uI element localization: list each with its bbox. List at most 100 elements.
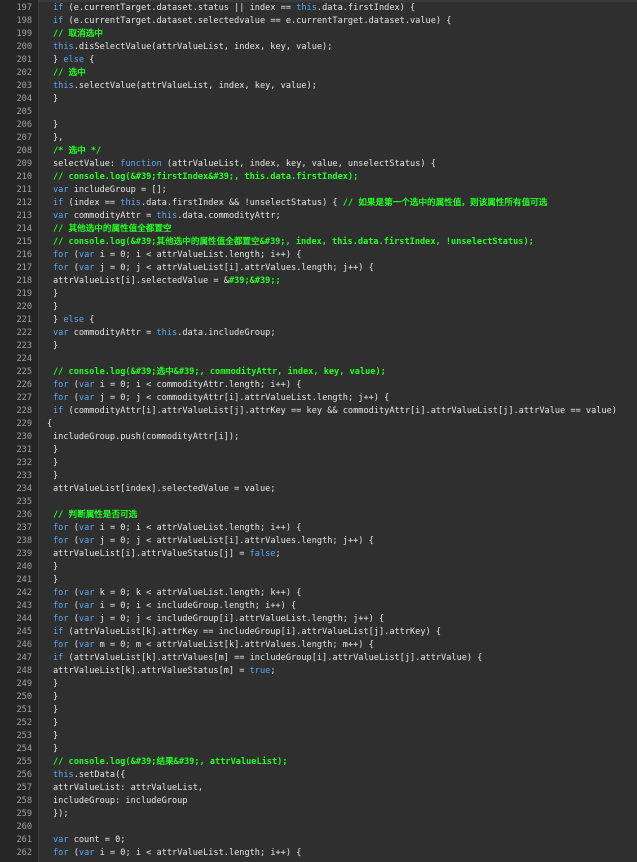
code-token: (attrValueList, index, key, value, unsel… (161, 159, 436, 169)
keyword-token: this (53, 42, 74, 52)
code-line[interactable]: 260 (0, 821, 637, 834)
code-line[interactable]: 217 for (var j = 0; j < attrValueList[i].… (0, 262, 637, 275)
code-line[interactable]: 240} (0, 561, 637, 574)
code-line[interactable]: 239 attrValueList[i].attrValueStatus[j] =… (0, 548, 637, 561)
code-line[interactable]: 250} (0, 691, 637, 704)
keyword-token: for (53, 536, 69, 546)
code-line[interactable]: 212 if (index == this.data.firstIndex && … (0, 197, 637, 210)
code-line[interactable]: 244 for (var j = 0; j < includeGroup[i].a… (0, 613, 637, 626)
code-line[interactable]: 241} (0, 574, 637, 587)
code-line[interactable]: 256 this.setData({ (0, 769, 637, 782)
keyword-token: this (53, 770, 74, 780)
code-line[interactable]: 232} (0, 457, 637, 470)
line-code: for (var k = 0; k < attrValueList.length… (53, 587, 301, 600)
code-token: ( (68, 614, 79, 624)
code-line[interactable]: 227 for (var j = 0; j < commodityAttr[i].… (0, 392, 637, 405)
code-line[interactable]: 220} (0, 301, 637, 314)
code-line[interactable]: 203 this.selectValue(attrValueList, index… (0, 80, 637, 93)
code-token: m = 0; m < attrValueList[k].attrValues.l… (94, 640, 374, 650)
code-token: count = 0; (68, 835, 126, 845)
code-line[interactable]: 242 for (var k = 0; k < attrValueList.len… (0, 587, 637, 600)
code-line[interactable]: 261 var count = 0; (0, 834, 637, 847)
code-line[interactable]: 208 /* 选中 */ (0, 145, 637, 158)
keyword-token: for (53, 263, 69, 273)
code-line[interactable]: 223} (0, 340, 637, 353)
code-line[interactable]: 219} (0, 288, 637, 301)
code-line[interactable]: 213 var commodityAttr = this.data.commodi… (0, 210, 637, 223)
code-line[interactable]: 211 var includeGroup = []; (0, 184, 637, 197)
code-line[interactable]: 230 includeGroup.push(commodityAttr[i]); (0, 431, 637, 444)
code-line[interactable]: 205 (0, 106, 637, 119)
keyword-token: for (53, 614, 69, 624)
code-line[interactable]: 226 for (var i = 0; i < commodityAttr.len… (0, 379, 637, 392)
code-line[interactable]: 245 if (attrValueList[k].attrKey == inclu… (0, 626, 637, 639)
code-line[interactable]: 236 // 判断属性是否可选 (0, 509, 637, 522)
line-code: } (53, 288, 58, 301)
code-line[interactable]: 246 for (var m = 0; m < attrValueList[k].… (0, 639, 637, 652)
code-line[interactable]: 222 var commodityAttr = this.data.include… (0, 327, 637, 340)
code-line[interactable]: 248 attrValueList[k].attrValueStatus[m] =… (0, 665, 637, 678)
code-line[interactable]: 198 if (e.currentTarget.dataset.selectedv… (0, 15, 637, 28)
line-number: 253 (16, 731, 32, 741)
code-line[interactable]: 238 for (var j = 0; j < attrValueList[i].… (0, 535, 637, 548)
line-code: // 取消选中 (53, 28, 103, 41)
line-number: 225 (16, 367, 32, 377)
code-line[interactable]: 204} (0, 93, 637, 106)
line-number: 241 (16, 575, 32, 585)
code-line[interactable]: 262 for (var i = 0; i < attrValueList.len… (0, 847, 637, 860)
code-line[interactable]: 243 for (var i = 0; i < includeGroup.leng… (0, 600, 637, 613)
code-line[interactable]: 233} (0, 470, 637, 483)
code-line[interactable]: 237 for (var i = 0; i < attrValueList.len… (0, 522, 637, 535)
code-line[interactable]: 210 // console.log(&#39;firstIndex&#39;, … (0, 171, 637, 184)
keyword-token: if (53, 198, 64, 208)
line-code: if (e.currentTarget.dataset.status || in… (53, 2, 415, 15)
code-line[interactable]: 259}); (0, 808, 637, 821)
code-line[interactable]: 235 (0, 496, 637, 509)
code-line[interactable]: 253} (0, 730, 637, 743)
code-line[interactable]: 229 { (0, 418, 637, 431)
code-line[interactable]: 200 this.disSelectValue(attrValueList, in… (0, 41, 637, 54)
keyword-token: if (53, 653, 64, 663)
code-editor[interactable]: 197 if (e.currentTarget.dataset.status ||… (0, 0, 637, 862)
code-line[interactable]: 206} (0, 119, 637, 132)
keyword-token: var (78, 536, 95, 546)
line-number: 232 (16, 458, 32, 468)
code-line[interactable]: 207}, (0, 132, 637, 145)
code-token: } (53, 94, 59, 104)
code-line[interactable]: 201} else { (0, 54, 637, 67)
code-line[interactable]: 251} (0, 704, 637, 717)
code-line[interactable]: 252} (0, 717, 637, 730)
code-token: } (53, 731, 59, 741)
code-line[interactable]: 214 // 其他选中的属性值全都置空 (0, 223, 637, 236)
keyword-token: for (53, 588, 69, 598)
code-line[interactable]: 234 attrValueList[index].selectedValue = … (0, 483, 637, 496)
code-line[interactable]: 199 // 取消选中 (0, 28, 637, 41)
code-line[interactable]: 254} (0, 743, 637, 756)
code-line[interactable]: 255 // console.log(&#39;结果&#39;, attrValu… (0, 756, 637, 769)
line-number: 250 (16, 692, 32, 702)
code-line[interactable]: 249} (0, 678, 637, 691)
code-token: (index == (63, 198, 121, 208)
code-line[interactable]: 224 (0, 353, 637, 366)
code-line[interactable]: 221} else { (0, 314, 637, 327)
code-line[interactable]: 215 // console.log(&#39;其他选中的属性值全都置空&#39;… (0, 236, 637, 249)
keyword-token: var (78, 614, 95, 624)
code-line[interactable]: 202 // 选中 (0, 67, 637, 80)
code-line[interactable]: 225 // console.log(&#39;选中&#39;, commodit… (0, 366, 637, 379)
keyword-token: this (156, 211, 178, 221)
code-line[interactable]: 228 if (commodityAttr[i].attrValueList[j]… (0, 405, 637, 418)
code-line[interactable]: 231} (0, 444, 637, 457)
code-line[interactable]: 257 attrValueList: attrValueList, (0, 782, 637, 795)
code-token: } (53, 692, 59, 702)
line-code: } (53, 717, 58, 730)
line-code: this.disSelectValue(attrValueList, index… (53, 41, 332, 54)
code-line[interactable]: 258 includeGroup: includeGroup (0, 795, 637, 808)
line-code: // console.log(&#39;选中&#39;, commodityAt… (53, 366, 386, 379)
code-line[interactable]: 216 for (var i = 0; i < attrValueList.len… (0, 249, 637, 262)
line-code: for (var i = 0; i < includeGroup.length;… (53, 600, 296, 613)
code-line[interactable]: 209 selectValue: function (attrValueList,… (0, 158, 637, 171)
code-line[interactable]: 197 if (e.currentTarget.dataset.status ||… (0, 2, 637, 15)
code-line[interactable]: 218 attrValueList[i].selectedValue = &#39… (0, 275, 637, 288)
code-line[interactable]: 247 if (attrValueList[k].attrValues[m] ==… (0, 652, 637, 665)
code-token: includeGroup.push(commodityAttr[i]); (53, 432, 240, 442)
